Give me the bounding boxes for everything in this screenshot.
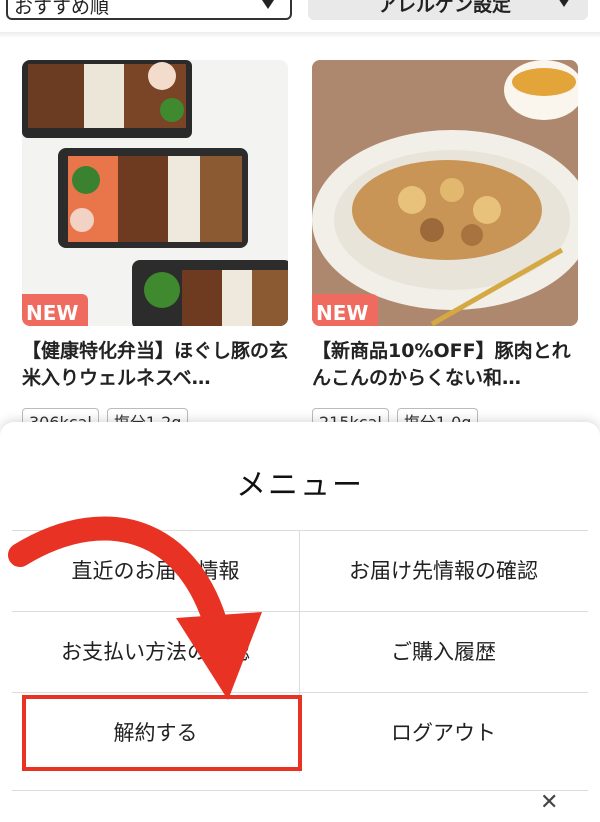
allergen-settings-button[interactable]: アレルゲン設定 — [308, 0, 588, 20]
filter-bar: おすすめ順 アレルゲン設定 — [0, 0, 600, 34]
menu-row: お支払い方法の確認 ご購入履歴 — [12, 611, 588, 692]
menu-item-delivery-address[interactable]: お届け先情報の確認 — [300, 531, 587, 611]
product-title[interactable]: 【健康特化弁当】ほぐし豚の玄米入りウェルネスベ… — [22, 338, 288, 392]
product-card[interactable]: NEW 【新商品10%OFF】豚肉とれんこんのからくない和… 215kcal 塩… — [312, 60, 578, 438]
menu-row: 直近のお届け情報 お届け先情報の確認 — [12, 530, 588, 611]
new-badge: NEW — [312, 294, 379, 326]
product-image[interactable]: NEW — [312, 60, 578, 326]
chevron-down-icon — [262, 0, 274, 9]
product-image[interactable]: NEW — [22, 60, 288, 326]
menu-title: メニュー — [236, 468, 364, 503]
menu-item-payment-method[interactable]: お支払い方法の確認 — [12, 612, 300, 692]
close-icon[interactable]: ✕ — [540, 790, 558, 815]
product-title[interactable]: 【新商品10%OFF】豚肉とれんこんのからくない和… — [312, 338, 578, 392]
allergen-settings-label: アレルゲン設定 — [378, 0, 512, 16]
sort-select-label: おすすめ順 — [14, 0, 110, 18]
new-badge: NEW — [22, 294, 89, 326]
highlight-box — [22, 695, 302, 771]
divider — [0, 32, 600, 38]
product-card[interactable]: NEW 【健康特化弁当】ほぐし豚の玄米入りウェルネスベ… 306kcal 塩分1… — [22, 60, 288, 438]
divider — [12, 790, 588, 791]
menu-item-recent-delivery[interactable]: 直近のお届け情報 — [12, 531, 300, 611]
menu-item-purchase-history[interactable]: ご購入履歴 — [300, 612, 587, 692]
sort-select[interactable]: おすすめ順 — [6, 0, 292, 20]
menu-item-logout[interactable]: ログアウト — [300, 693, 587, 773]
chevron-down-icon — [558, 0, 570, 7]
